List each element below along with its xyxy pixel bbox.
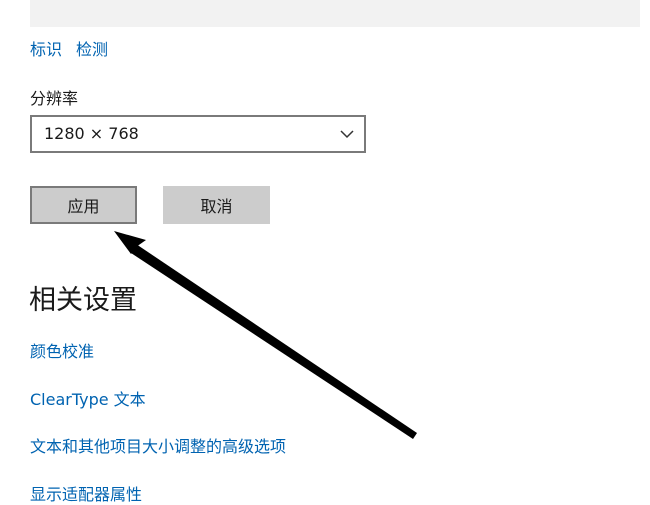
chevron-down-icon — [340, 130, 354, 139]
resolution-value: 1280 × 768 — [44, 124, 139, 143]
display-adapter-properties-link[interactable]: 显示适配器属性 — [30, 481, 142, 505]
arrow-pointer-icon — [114, 231, 417, 439]
apply-button[interactable]: 应用 — [30, 186, 137, 224]
resolution-label: 分辨率 — [30, 89, 79, 108]
resolution-dropdown[interactable]: 1280 × 768 — [30, 115, 366, 153]
display-links: 标识 检测 — [30, 36, 108, 60]
color-calibration-link[interactable]: 颜色校准 — [30, 338, 94, 362]
cancel-button[interactable]: 取消 — [163, 186, 270, 224]
top-panel-strip — [30, 0, 640, 27]
advanced-sizing-link[interactable]: 文本和其他项目大小调整的高级选项 — [30, 433, 286, 457]
related-settings-title: 相关设置 — [29, 285, 137, 316]
identify-link[interactable]: 标识 — [30, 36, 62, 60]
detect-link[interactable]: 检测 — [76, 36, 108, 60]
cleartype-text-link[interactable]: ClearType 文本 — [30, 386, 146, 410]
